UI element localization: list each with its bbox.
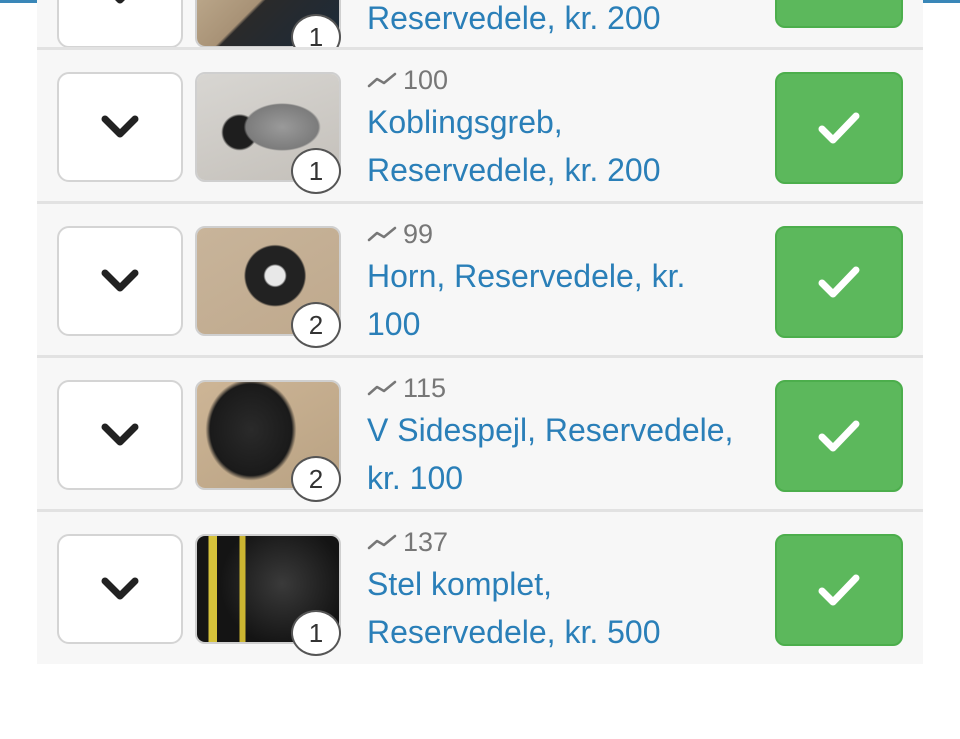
item-thumbnail[interactable]: 1 (195, 72, 341, 194)
list-item: 1 Reservedele, kr. 200 (37, 0, 923, 50)
select-button[interactable] (775, 72, 903, 184)
view-count: 137 (367, 526, 747, 558)
view-count-value: 137 (403, 527, 449, 557)
view-count: 115 (367, 372, 747, 404)
item-title-link[interactable]: Stel komplet, Reservedele, kr. 500 (367, 558, 747, 656)
image-count-badge: 1 (291, 148, 341, 194)
checkmark-icon (818, 112, 860, 144)
view-count-value: 100 (403, 65, 449, 95)
item-thumbnail[interactable]: 2 (195, 380, 341, 502)
item-thumbnail[interactable]: 1 (195, 534, 341, 656)
select-button[interactable] (775, 0, 903, 28)
select-button[interactable] (775, 226, 903, 338)
image-count-badge: 2 (291, 456, 341, 502)
image-count-badge: 2 (291, 302, 341, 348)
chevron-down-icon (101, 423, 139, 446)
trend-icon (367, 380, 397, 396)
view-count-value: 115 (403, 373, 447, 403)
chevron-down-icon (115, 0, 125, 4)
expand-button[interactable] (57, 226, 183, 336)
expand-button[interactable] (57, 0, 183, 47)
trend-icon (367, 534, 397, 550)
item-title-link[interactable]: Horn, Reservedele, kr. 100 (367, 250, 747, 348)
expand-button[interactable] (57, 534, 183, 644)
view-count: 99 (367, 218, 747, 250)
trend-icon (367, 226, 397, 242)
view-count-value: 99 (403, 219, 434, 249)
checkmark-icon (818, 420, 860, 452)
select-button[interactable] (775, 380, 903, 492)
item-title-link[interactable]: V Sidespejl, Reservedele, kr. 100 (367, 404, 747, 502)
list-item: 2 115 V Sidespejl, Reservedele, kr. 100 (37, 358, 923, 512)
chevron-down-icon (101, 269, 139, 292)
item-title-link[interactable]: Koblingsgreb, Reservedele, kr. 200 (367, 96, 747, 194)
list-item: 1 137 Stel komplet, Reservedele, kr. 500 (37, 512, 923, 664)
image-count-badge: 1 (291, 610, 341, 656)
list-item: 2 99 Horn, Reservedele, kr. 100 (37, 204, 923, 358)
checkmark-icon (818, 266, 860, 298)
item-title-link[interactable]: Reservedele, kr. 200 (367, 0, 747, 42)
expand-button[interactable] (57, 380, 183, 490)
view-count: 100 (367, 64, 747, 96)
item-thumbnail[interactable]: 2 (195, 226, 341, 348)
trend-icon (367, 72, 397, 88)
select-button[interactable] (775, 534, 903, 646)
listing-list: 1 Reservedele, kr. 200 1 100 Koblingsgre… (37, 0, 923, 664)
item-thumbnail[interactable]: 1 (195, 0, 341, 47)
checkmark-icon (818, 574, 860, 606)
chevron-down-icon (101, 115, 139, 138)
list-item: 1 100 Koblingsgreb, Reservedele, kr. 200 (37, 50, 923, 204)
chevron-down-icon (101, 577, 139, 600)
expand-button[interactable] (57, 72, 183, 182)
